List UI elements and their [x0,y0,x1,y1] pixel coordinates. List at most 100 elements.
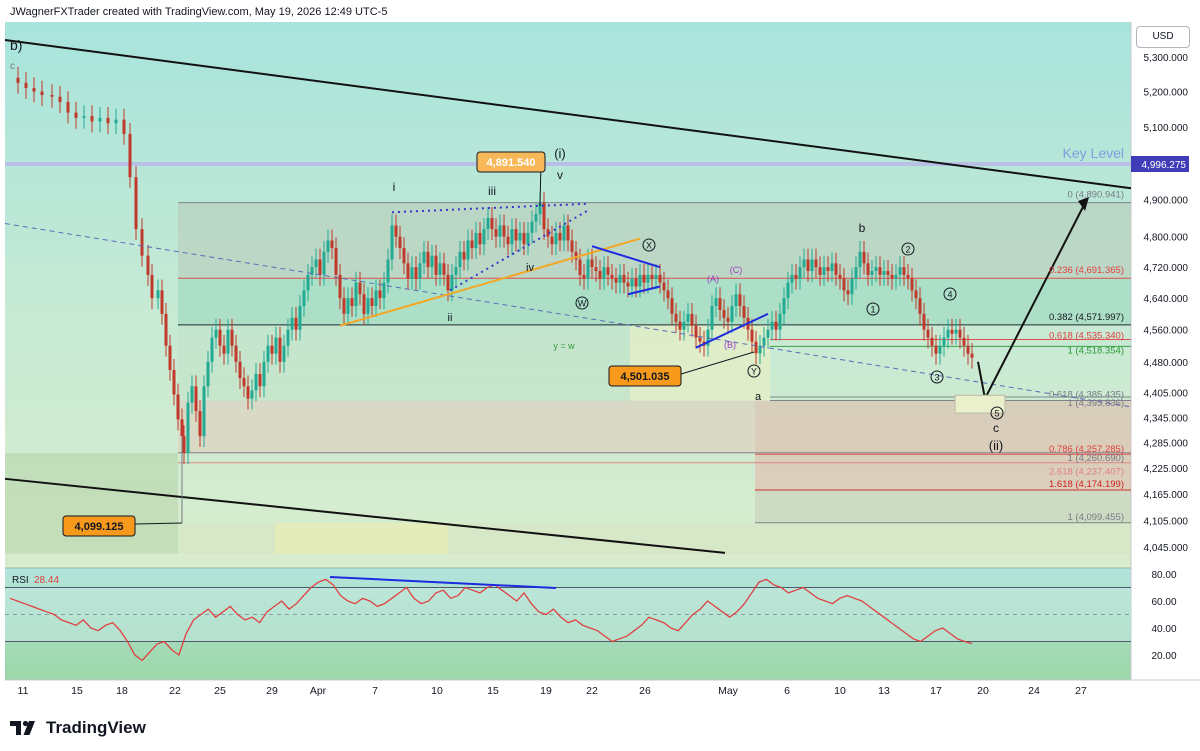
currency-button[interactable]: USD [1136,26,1190,48]
candle-body [842,278,846,291]
price-zone [178,325,630,401]
candle-body [290,317,294,330]
candle-body [160,290,164,314]
candle-body [954,329,958,334]
x-tick-label: 29 [266,685,278,697]
candle-body [666,290,670,299]
candle-body [16,77,20,83]
candle-body [942,337,946,346]
candle-body [186,402,190,454]
candle-body [350,298,354,306]
candle-body [678,321,682,330]
x-tick-label: 13 [878,685,890,697]
price-axis-bg [1131,22,1200,680]
candle-body [398,236,402,249]
candle-body [790,274,794,283]
candle-body [246,386,250,399]
candle-body [326,240,330,252]
candle-body [334,248,338,275]
y-tick-label: 4,800.000 [1144,233,1189,244]
candle-body [618,274,622,283]
wave-label: a [755,391,762,403]
y-tick-label: 4,285.000 [1144,438,1189,449]
tradingview-logo[interactable]: TradingView [10,716,146,740]
candle-body [322,251,326,275]
candle-body [610,274,614,279]
candle-body [630,278,634,287]
candle-body [894,274,898,279]
rsi-y-tick-label: 20.00 [1151,651,1176,662]
candle-body [730,305,734,322]
candle-body [562,225,566,241]
candle-body [498,225,502,237]
candle-body [766,329,770,338]
candle-body [858,251,862,268]
current-price-label: 4,996.275 [1142,160,1187,171]
x-tick-label: 10 [431,685,443,697]
candle-body [370,298,374,306]
price-zone [178,278,1131,326]
candle-body [690,313,694,326]
candle-body [794,274,798,279]
candle-body [726,317,730,322]
y-tick-label: 4,045.000 [1144,543,1189,554]
candle-body [934,345,938,354]
price-chart[interactable]: Key Level 0 (4,890.941) 0.236 (4,691.365) 0… [0,0,1200,751]
tradingview-logo-text: TradingView [46,718,146,737]
candle-body [906,274,910,279]
wave-label-purple: (A) [707,274,719,284]
candle-body [490,217,494,230]
candle-body [262,361,266,387]
candle-body [450,274,454,291]
candle-body [390,225,394,260]
candle-body [24,82,28,89]
candle-body [910,278,914,291]
candle-body [218,329,222,346]
candle-body [214,329,218,338]
fib-level-label: 1 (4,260.690) [1067,453,1124,464]
candle-body [606,267,610,275]
candle-body [882,271,886,275]
rsi-value-label: 28.44 [34,575,59,586]
candle-body [830,263,834,272]
candle-body [850,278,854,295]
candle-body [418,263,422,279]
candle-body [654,274,658,279]
candle-body [278,337,282,362]
candle-body [50,95,54,97]
candle-body [514,229,518,241]
candle-body [194,386,198,412]
candle-body [586,259,590,279]
candle-body [506,236,510,245]
price-callout-label: 4,099.125 [75,521,124,533]
candle-body [180,419,184,437]
wave-label-purple: (B) [724,340,736,350]
fib-level-label: 1 (4,393.836) [1067,398,1124,409]
candle-body [58,96,62,103]
circled-wave-label: X [646,241,652,251]
price-zone [178,400,755,454]
candle-body [966,345,970,354]
candle-body [718,298,722,310]
x-tick-label: 18 [116,685,128,697]
fib-level-label: 2.618 (4,237.407) [1049,467,1124,478]
candle-body [470,240,474,249]
candle-body [66,102,70,113]
candle-body [206,361,210,387]
circled-wave-label: 4 [947,290,952,300]
candle-body [242,378,246,387]
x-tick-label: 15 [487,685,499,697]
wave-label: i [393,180,396,194]
candle-body [274,337,278,354]
candle-body [414,267,418,279]
candle-body [438,263,442,275]
fib-level-label: 0.382 (4,571.997) [1049,312,1124,323]
candle-body [172,369,176,395]
x-tick-label: 24 [1028,685,1040,697]
candle-body [466,240,470,260]
wave-label: c [993,421,999,435]
y-tick-label: 4,720.000 [1144,263,1189,274]
wave-label: v [557,168,563,182]
candle-body [250,390,254,399]
candle-body [590,259,594,268]
